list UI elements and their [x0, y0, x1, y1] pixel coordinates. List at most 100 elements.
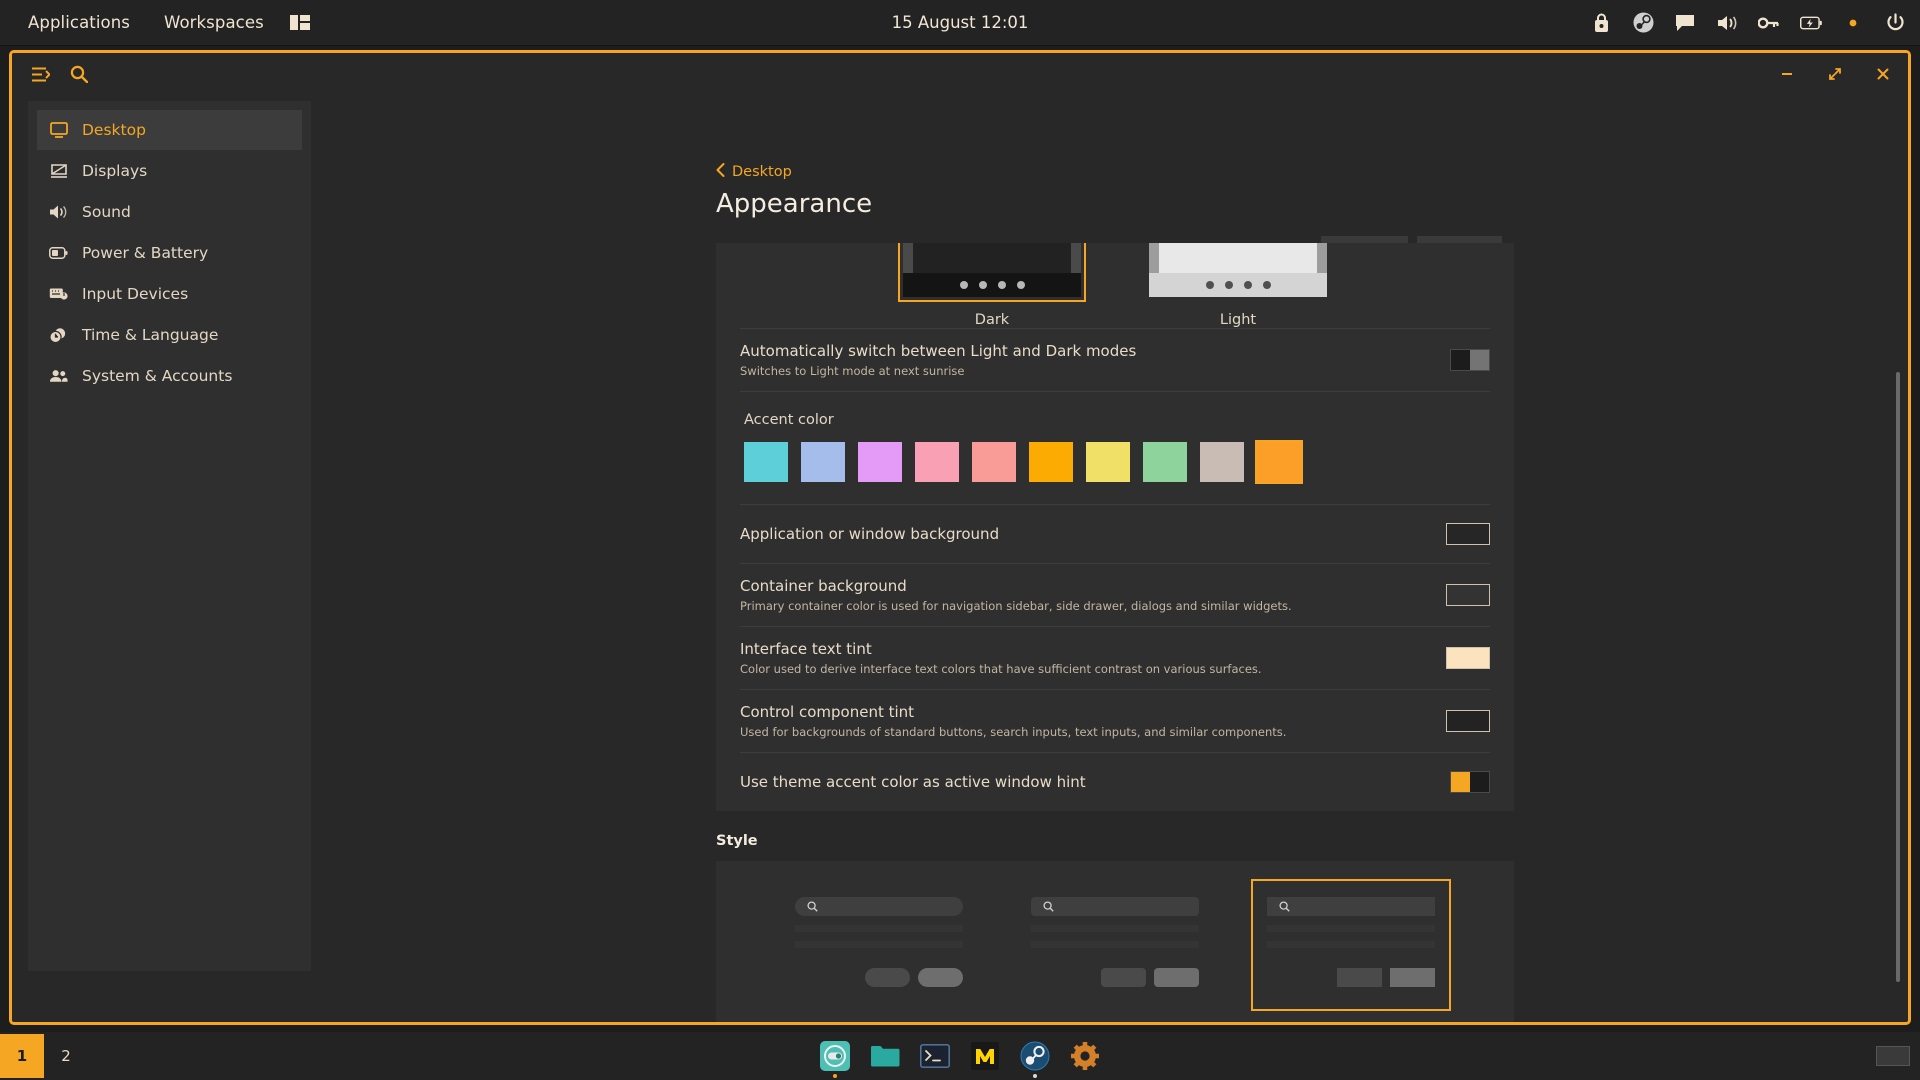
speaker-icon — [49, 203, 68, 222]
mullvad-icon[interactable] — [968, 1039, 1002, 1073]
sidebar-item-desktop[interactable]: Desktop — [37, 110, 302, 150]
accent-swatch[interactable] — [1200, 442, 1244, 482]
accent-swatch[interactable] — [801, 442, 845, 482]
settings-app-icon[interactable] — [818, 1039, 852, 1078]
window-titlebar — [12, 53, 1908, 95]
theme-options: Dark Light — [716, 243, 1514, 328]
breadcrumb[interactable]: Desktop — [716, 163, 792, 181]
theme-label: Dark — [974, 312, 1010, 328]
sidebar-item-label: Desktop — [82, 121, 146, 139]
row-title: Use theme accent color as active window … — [740, 773, 1086, 791]
volume-icon[interactable] — [1716, 12, 1738, 34]
lock-icon[interactable] — [1590, 12, 1612, 34]
style-option-square[interactable]: Square — [1251, 879, 1451, 1022]
workspace-switcher: 1 2 — [0, 1032, 88, 1080]
steam-icon[interactable] — [1632, 12, 1654, 34]
interface-text-tint-color-chip[interactable] — [1446, 647, 1490, 669]
people-icon — [49, 367, 68, 386]
key-icon[interactable] — [1758, 12, 1780, 34]
accent-swatch-selected[interactable] — [1255, 440, 1303, 484]
workspace-button-1[interactable]: 1 — [0, 1034, 44, 1078]
maximize-icon[interactable] — [1824, 63, 1846, 85]
layout-panels-icon[interactable] — [289, 15, 310, 30]
accent-window-hint-toggle[interactable] — [1450, 771, 1490, 793]
sidebar-item-input-devices[interactable]: Input Devices — [37, 274, 302, 314]
accent-swatch[interactable] — [858, 442, 902, 482]
style-preview-round[interactable] — [779, 879, 979, 1011]
minimize-icon[interactable] — [1776, 63, 1798, 85]
taskbar-tray — [1876, 1046, 1910, 1066]
sidebar-item-displays[interactable]: Displays — [37, 151, 302, 191]
style-button-primary — [1390, 968, 1435, 987]
vertical-scrollbar[interactable] — [1896, 372, 1900, 982]
row-subtitle: Used for backgrounds of standard buttons… — [740, 725, 1287, 739]
power-icon[interactable] — [1884, 12, 1906, 34]
task-list — [0, 1039, 1920, 1078]
terminal-icon[interactable] — [918, 1039, 952, 1073]
accent-swatch[interactable] — [1086, 442, 1130, 482]
status-dot-icon — [1842, 12, 1864, 34]
theme-preview-light[interactable] — [1144, 243, 1332, 302]
container-background-row: Container background Primary container c… — [716, 564, 1514, 626]
style-line-preview — [795, 941, 963, 948]
accent-swatch[interactable] — [744, 442, 788, 482]
sidebar-item-label: System & Accounts — [82, 367, 233, 385]
style-buttons-preview — [1267, 968, 1435, 987]
row-title: Application or window background — [740, 525, 1000, 543]
theme-option-light[interactable]: Light — [1144, 243, 1332, 328]
breadcrumb-label: Desktop — [732, 164, 792, 180]
style-preview-square[interactable] — [1251, 879, 1451, 1011]
control-component-tint-color-chip[interactable] — [1446, 710, 1490, 732]
sidebar-item-system-accounts[interactable]: System & Accounts — [37, 356, 302, 396]
search-icon[interactable] — [70, 65, 88, 83]
workspace-preview-icon[interactable] — [1876, 1046, 1910, 1066]
taskbar: 1 2 — [0, 1032, 1920, 1080]
accent-swatch[interactable] — [1143, 442, 1187, 482]
clock-globe-icon — [49, 326, 68, 345]
theme-preview-dark[interactable] — [898, 243, 1086, 302]
sidebar-item-power-battery[interactable]: Power & Battery — [37, 233, 302, 273]
accent-swatch[interactable] — [972, 442, 1016, 482]
style-card: Round — [716, 861, 1514, 1022]
settings-window: Desktop Displays Sound Power & Battery I… — [9, 50, 1911, 1025]
auto-switch-title: Automatically switch between Light and D… — [740, 342, 1137, 360]
accent-color-swatches — [740, 440, 1490, 484]
workspaces-menu-button[interactable]: Workspaces — [150, 7, 278, 38]
style-option-slightly-round[interactable]: Slightly round — [1015, 879, 1215, 1022]
style-line-preview — [1267, 941, 1435, 948]
sidebar-item-time-language[interactable]: Time & Language — [37, 315, 302, 355]
workspace-button-2[interactable]: 2 — [44, 1034, 88, 1078]
style-button-secondary — [1101, 968, 1146, 987]
style-option-round[interactable]: Round — [779, 879, 979, 1022]
accent-window-hint-row: Use theme accent color as active window … — [716, 753, 1514, 811]
style-section-heading: Style — [716, 833, 758, 849]
file-manager-icon[interactable] — [868, 1039, 902, 1073]
page-title: Appearance — [716, 189, 873, 219]
chat-bubble-icon[interactable] — [1674, 12, 1696, 34]
close-icon[interactable] — [1872, 63, 1894, 85]
theme-option-dark[interactable]: Dark — [898, 243, 1086, 328]
style-buttons-preview — [795, 968, 963, 987]
container-background-color-chip[interactable] — [1446, 584, 1490, 606]
gear-settings-icon[interactable] — [1068, 1039, 1102, 1073]
accent-swatch[interactable] — [915, 442, 959, 482]
row-title: Container background — [740, 577, 907, 595]
app-background-color-chip[interactable] — [1446, 523, 1490, 545]
accent-color-block: Accent color — [716, 392, 1514, 504]
applications-menu-button[interactable]: Applications — [14, 7, 144, 38]
style-line-preview — [1031, 941, 1199, 948]
accent-color-label: Accent color — [744, 412, 834, 428]
accent-swatch[interactable] — [1029, 442, 1073, 482]
auto-switch-toggle[interactable] — [1450, 349, 1490, 371]
style-button-primary — [1154, 968, 1199, 987]
theme-label: Light — [1219, 312, 1257, 328]
style-button-primary — [918, 968, 963, 987]
style-preview-slightly-round[interactable] — [1015, 879, 1215, 1011]
style-options: Round — [716, 879, 1514, 1022]
hamburger-menu-icon[interactable] — [32, 67, 50, 82]
sidebar-item-label: Sound — [82, 203, 131, 221]
sidebar-item-sound[interactable]: Sound — [37, 192, 302, 232]
battery-charging-icon[interactable] — [1800, 12, 1822, 34]
search-icon — [807, 897, 818, 916]
steam-icon[interactable] — [1018, 1039, 1052, 1078]
